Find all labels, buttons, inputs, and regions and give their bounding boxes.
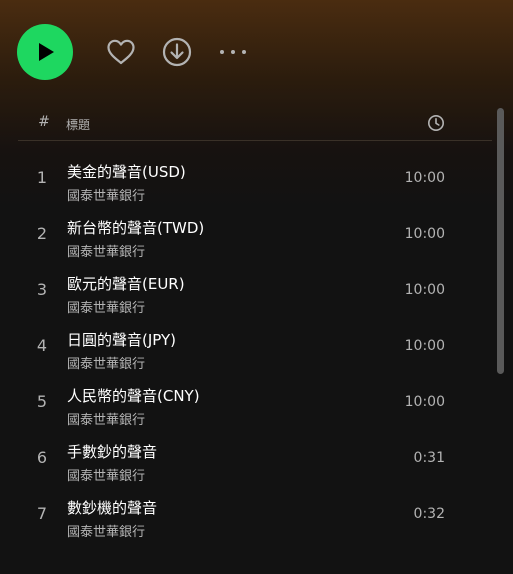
track-artist[interactable]: 國泰世華銀行: [67, 521, 145, 540]
play-button[interactable]: [17, 24, 73, 80]
track-row[interactable]: 4 日圓的聲音(JPY) 國泰世華銀行 10:00: [18, 318, 492, 374]
track-row[interactable]: 2 新台幣的聲音(TWD) 國泰世華銀行 10:00: [18, 206, 492, 262]
track-number: 1: [36, 168, 48, 187]
clock-icon: [428, 115, 444, 131]
track-number: 2: [36, 224, 48, 243]
track-artist[interactable]: 國泰世華銀行: [67, 353, 145, 372]
heart-icon: [107, 39, 135, 65]
download-button[interactable]: [161, 36, 193, 68]
track-artist[interactable]: 國泰世華銀行: [67, 185, 145, 204]
track-title[interactable]: 數鈔機的聲音: [67, 497, 157, 518]
number-column-header[interactable]: #: [38, 114, 50, 130]
play-icon: [39, 43, 54, 61]
track-duration: 10:00: [404, 226, 445, 242]
track-duration: 10:00: [404, 170, 445, 186]
tracklist: 1 美金的聲音(USD) 國泰世華銀行 10:00 2 新台幣的聲音(TWD) …: [18, 150, 492, 542]
tracklist-header: # 標題: [18, 108, 492, 141]
track-title[interactable]: 人民幣的聲音(CNY): [67, 385, 200, 406]
track-duration: 0:31: [413, 450, 445, 466]
duration-column-header[interactable]: [427, 114, 445, 132]
more-icon: [220, 50, 246, 54]
track-row[interactable]: 5 人民幣的聲音(CNY) 國泰世華銀行 10:00: [18, 374, 492, 430]
track-row[interactable]: 6 手數鈔的聲音 國泰世華銀行 0:31: [18, 430, 492, 486]
track-number: 3: [36, 280, 48, 299]
track-number: 4: [36, 336, 48, 355]
track-duration: 10:00: [404, 338, 445, 354]
track-artist[interactable]: 國泰世華銀行: [67, 409, 145, 428]
playlist-page: # 標題 1 美金的聲音(USD) 國泰世華銀行 10:00 2 新台幣的聲音(…: [0, 0, 513, 574]
track-title[interactable]: 日圓的聲音(JPY): [67, 329, 176, 350]
track-title[interactable]: 手數鈔的聲音: [67, 441, 157, 462]
track-number: 6: [36, 448, 48, 467]
action-bar: [0, 0, 513, 104]
track-artist[interactable]: 國泰世華銀行: [67, 297, 145, 316]
track-duration: 10:00: [404, 394, 445, 410]
track-artist[interactable]: 國泰世華銀行: [67, 241, 145, 260]
like-button[interactable]: [105, 36, 137, 68]
scrollbar-thumb[interactable]: [497, 108, 504, 374]
track-number: 5: [36, 392, 48, 411]
more-options-button[interactable]: [217, 36, 249, 68]
track-row[interactable]: 1 美金的聲音(USD) 國泰世華銀行 10:00: [18, 150, 492, 206]
track-row[interactable]: 3 歐元的聲音(EUR) 國泰世華銀行 10:00: [18, 262, 492, 318]
track-row[interactable]: 7 數鈔機的聲音 國泰世華銀行 0:32: [18, 486, 492, 542]
track-title[interactable]: 新台幣的聲音(TWD): [67, 217, 204, 238]
track-duration: 0:32: [413, 506, 445, 522]
track-duration: 10:00: [404, 282, 445, 298]
track-number: 7: [36, 504, 48, 523]
track-title[interactable]: 歐元的聲音(EUR): [67, 273, 185, 294]
download-icon: [162, 37, 192, 67]
track-title[interactable]: 美金的聲音(USD): [67, 161, 186, 182]
title-column-header[interactable]: 標題: [66, 116, 90, 133]
track-artist[interactable]: 國泰世華銀行: [67, 465, 145, 484]
